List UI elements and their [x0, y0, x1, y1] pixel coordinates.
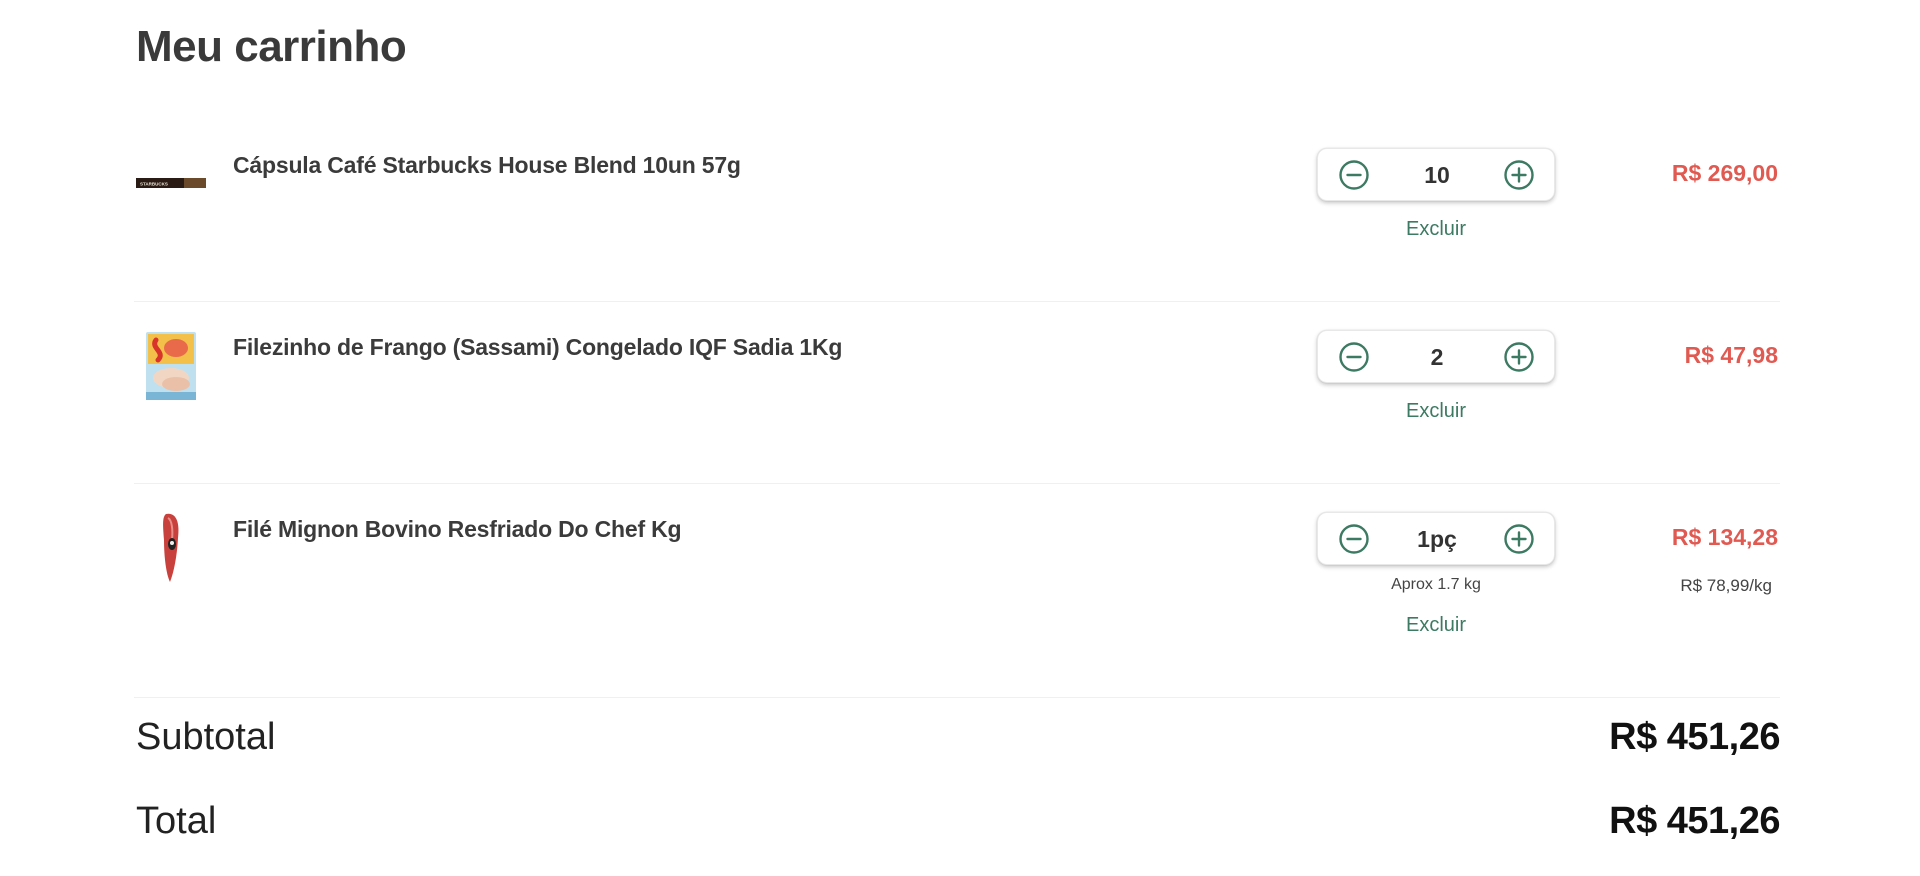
- plus-circle-icon[interactable]: [1503, 341, 1535, 373]
- item-price: R$ 47,98: [1684, 342, 1778, 368]
- quantity-stepper-box: 2: [1317, 330, 1555, 383]
- thumbnail-brand-text: STARBUCKS: [140, 182, 168, 187]
- item-price: R$ 269,00: [1671, 160, 1778, 186]
- quantity-value: 10: [1424, 162, 1450, 188]
- quantity-value: 2: [1430, 344, 1444, 370]
- subtotal-label: Subtotal: [136, 716, 276, 758]
- cart-item: Filezinho de Frango (Sassami) Congelado …: [134, 302, 1780, 484]
- frozen-chicken-bag-thumbnail[interactable]: [136, 326, 206, 406]
- delete-button[interactable]: Excluir: [1317, 400, 1555, 423]
- approx-weight: Aprox 1.7 kg: [1391, 576, 1481, 593]
- item-name[interactable]: Cápsula Café Starbucks House Blend 10un …: [233, 152, 741, 179]
- delete-button[interactable]: Excluir: [1317, 614, 1555, 637]
- minus-circle-icon[interactable]: [1338, 341, 1370, 373]
- plus-circle-icon[interactable]: [1503, 159, 1535, 191]
- quantity-value: 1pç: [1417, 526, 1457, 552]
- cart-list: STARBUCKS Cápsula Café Starbucks House B…: [134, 120, 1780, 698]
- item-name[interactable]: Filé Mignon Bovino Resfriado Do Chef Kg: [233, 516, 682, 543]
- beef-tenderloin-thumbnail[interactable]: [136, 508, 206, 588]
- quantity-stepper-box: 10: [1317, 148, 1555, 201]
- delete-button[interactable]: Excluir: [1317, 218, 1555, 241]
- plus-circle-icon[interactable]: [1503, 523, 1535, 555]
- total-row: Total R$ 451,26: [136, 800, 1780, 860]
- minus-circle-icon[interactable]: [1338, 159, 1370, 191]
- quantity-stepper-box: 1pç: [1317, 512, 1555, 565]
- coffee-capsule-box-thumbnail[interactable]: STARBUCKS: [136, 142, 206, 222]
- cart-item: STARBUCKS Cápsula Café Starbucks House B…: [134, 120, 1780, 302]
- total-label: Total: [136, 800, 217, 842]
- subtotal-row: Subtotal R$ 451,26: [136, 716, 1780, 776]
- item-name[interactable]: Filezinho de Frango (Sassami) Congelado …: [233, 334, 842, 361]
- item-price: R$ 134,28: [1671, 524, 1778, 550]
- unit-price: R$ 78,99/kg: [1680, 576, 1772, 595]
- total-value: R$ 451,26: [1609, 800, 1780, 842]
- minus-circle-icon[interactable]: [1338, 523, 1370, 555]
- cart-item: Filé Mignon Bovino Resfriado Do Chef Kg …: [134, 484, 1780, 698]
- subtotal-value: R$ 451,26: [1609, 716, 1780, 758]
- page-title: Meu carrinho: [136, 22, 407, 71]
